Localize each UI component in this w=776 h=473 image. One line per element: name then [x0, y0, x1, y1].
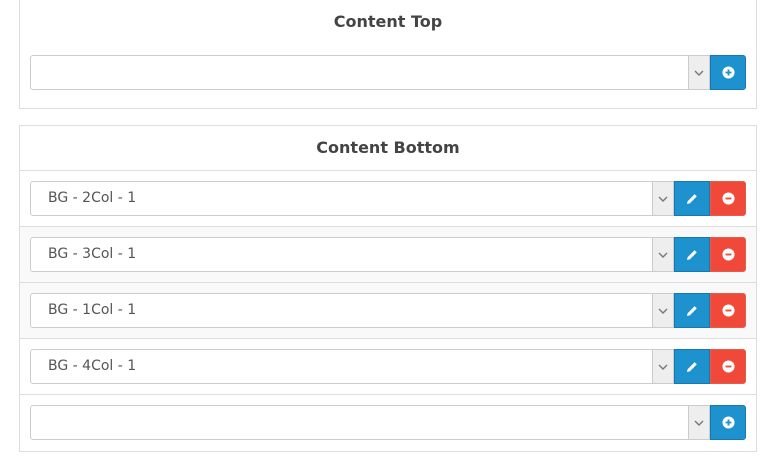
chevron-down-icon — [652, 294, 673, 327]
chevron-down-icon — [652, 182, 673, 215]
edit-module-button[interactable] — [674, 349, 710, 384]
content-bottom-add-row — [20, 395, 756, 451]
module-row: BG - 3Col - 1 — [20, 227, 756, 283]
pencil-icon — [687, 193, 697, 204]
content-top-title: Content Top — [333, 12, 443, 31]
pencil-icon — [687, 361, 697, 372]
select-value: BG - 1Col - 1 — [48, 302, 137, 318]
minus-circle-icon — [721, 360, 735, 373]
edit-module-button[interactable] — [674, 237, 710, 272]
plus-circle-icon — [721, 66, 735, 79]
remove-module-button[interactable] — [710, 293, 746, 328]
edit-module-button[interactable] — [674, 293, 710, 328]
module-row: BG - 4Col - 1 — [20, 339, 756, 395]
content-top-module-select[interactable] — [30, 55, 710, 90]
module-row: BG - 2Col - 1 — [20, 171, 756, 227]
content-bottom-title: Content Bottom — [20, 126, 756, 171]
edit-module-button[interactable] — [674, 181, 710, 216]
pencil-icon — [687, 249, 697, 260]
content-top-panel: Content Top — [19, 0, 757, 109]
remove-module-button[interactable] — [710, 181, 746, 216]
minus-circle-icon — [721, 192, 735, 205]
chevron-down-icon — [652, 238, 673, 271]
chevron-down-icon — [688, 56, 709, 89]
content-bottom-module-select[interactable] — [30, 405, 710, 440]
minus-circle-icon — [721, 248, 735, 261]
remove-module-button[interactable] — [710, 349, 746, 384]
minus-circle-icon — [721, 304, 735, 317]
module-select[interactable]: BG - 2Col - 1 — [30, 181, 674, 216]
module-select[interactable]: BG - 3Col - 1 — [30, 237, 674, 272]
add-module-button[interactable] — [710, 55, 746, 90]
select-value: BG - 3Col - 1 — [48, 246, 137, 262]
module-select[interactable]: BG - 1Col - 1 — [30, 293, 674, 328]
module-select[interactable]: BG - 4Col - 1 — [30, 349, 674, 384]
add-module-button[interactable] — [710, 405, 746, 440]
remove-module-button[interactable] — [710, 237, 746, 272]
select-value: BG - 2Col - 1 — [48, 190, 137, 206]
chevron-down-icon — [688, 406, 709, 439]
pencil-icon — [687, 305, 697, 316]
chevron-down-icon — [652, 350, 673, 383]
module-row: BG - 1Col - 1 — [20, 283, 756, 339]
content-bottom-panel: Content Bottom BG - 2Col - 1 BG - 3Col -… — [19, 125, 757, 452]
plus-circle-icon — [721, 416, 735, 429]
content-top-add-row — [20, 45, 756, 101]
select-value: BG - 4Col - 1 — [48, 358, 137, 374]
